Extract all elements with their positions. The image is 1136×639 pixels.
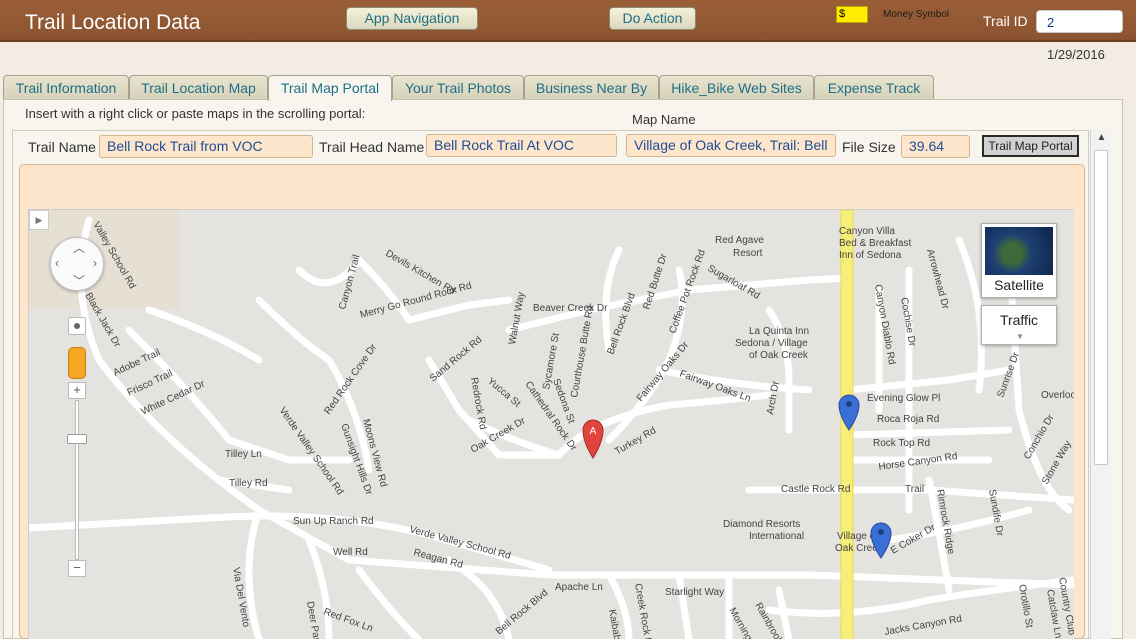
tab-expense-track[interactable]: Expense Track (814, 75, 934, 100)
traffic-label: Traffic (999, 312, 1039, 328)
svg-text:Tilley Rd: Tilley Rd (229, 478, 268, 489)
collapse-arrow-icon[interactable]: ▶ (29, 210, 49, 230)
scroll-up-arrow-icon[interactable]: ▲ (1095, 132, 1108, 146)
svg-text:of Oak Creek: of Oak Creek (749, 350, 809, 361)
chevron-down-icon: ▼ (1016, 332, 1024, 341)
svg-text:Beaver Creek Dr: Beaver Creek Dr (533, 303, 608, 314)
zoom-in-button[interactable]: + (68, 382, 86, 399)
tab-trail-map-portal[interactable]: Trail Map Portal (268, 75, 392, 101)
zoom-slider-handle[interactable] (67, 434, 87, 444)
svg-text:Well Rd: Well Rd (333, 547, 368, 558)
money-symbol-field[interactable]: $ (836, 6, 868, 23)
tab-trail-information[interactable]: Trail Information (3, 75, 129, 100)
trail-id-label: Trail ID (983, 13, 1028, 29)
svg-text:Trail: Trail (905, 484, 924, 495)
portal-scrollbar[interactable]: ▲ (1090, 130, 1111, 639)
svg-text:Canyon Villa: Canyon Villa (839, 226, 895, 237)
svg-text:Roca Roja Rd: Roca Roja Rd (877, 414, 939, 425)
scroll-thumb[interactable] (1094, 150, 1108, 465)
svg-text:Overlook: Overlook (1041, 390, 1074, 401)
trail-name-field[interactable]: Bell Rock Trail from VOC (99, 135, 313, 158)
zoom-out-button[interactable]: − (68, 560, 86, 577)
pan-up-icon[interactable]: ︿ (73, 239, 85, 256)
current-date: 1/29/2016 (1047, 47, 1105, 62)
portal-instruction: Insert with a right click or paste maps … (25, 106, 366, 121)
trail-id-field[interactable]: 2 (1036, 10, 1123, 33)
svg-text:Inn of Sedona: Inn of Sedona (839, 250, 902, 261)
pan-left-icon[interactable]: ‹ (55, 256, 59, 270)
svg-text:Sun Up Ranch Rd: Sun Up Ranch Rd (293, 516, 374, 527)
svg-text:A: A (590, 426, 597, 437)
map-image[interactable]: Valley School Rd Canyon Trail Devils Kit… (28, 209, 1074, 639)
title-bar: Trail Location Data App Navigation Do Ac… (0, 0, 1136, 42)
satellite-button[interactable]: Satellite (981, 223, 1057, 298)
svg-text:La Quinta Inn: La Quinta Inn (749, 326, 809, 337)
svg-text:Tilley Ln: Tilley Ln (225, 449, 262, 460)
svg-text:Diamond Resorts: Diamond Resorts (723, 519, 800, 530)
svg-text:Starlight Way: Starlight Way (665, 587, 724, 598)
trail-head-name-field[interactable]: Bell Rock Trail At VOC (426, 134, 617, 157)
map-name-field[interactable]: Village of Oak Creek, Trail: Bell (626, 134, 836, 157)
pan-right-icon[interactable]: › (93, 256, 97, 270)
tab-your-trail-photos[interactable]: Your Trail Photos (392, 75, 524, 100)
zoom-slider-track[interactable] (75, 400, 79, 560)
street-map-svg: Valley School Rd Canyon Trail Devils Kit… (29, 210, 1074, 639)
svg-text:Red Agave: Red Agave (715, 235, 764, 246)
trail-name-label: Trail Name (28, 139, 96, 155)
svg-text:Sedona / Village: Sedona / Village (735, 338, 808, 349)
do-action-button[interactable]: Do Action (609, 7, 696, 30)
pan-control[interactable]: ︿ ﹀ ‹ › (50, 237, 104, 291)
svg-text:Rock Top Rd: Rock Top Rd (873, 438, 930, 449)
app-title: Trail Location Data (25, 11, 201, 34)
tab-trail-location-map[interactable]: Trail Location Map (129, 75, 268, 100)
svg-text:Resort: Resort (733, 248, 763, 259)
traffic-button[interactable]: Traffic ▼ (981, 305, 1057, 345)
file-size-label: File Size (842, 139, 896, 155)
trail-head-name-label: Trail Head Name (319, 139, 425, 155)
svg-text:Castle Rock Rd: Castle Rock Rd (781, 484, 850, 495)
pan-down-icon[interactable]: ﹀ (73, 272, 85, 289)
trail-map-portal-button[interactable]: Trail Map Portal (982, 135, 1079, 157)
app-navigation-button[interactable]: App Navigation (346, 7, 478, 30)
satellite-thumbnail-icon (985, 227, 1053, 275)
svg-text:Evening Glow Pl: Evening Glow Pl (867, 393, 940, 404)
tab-hike-bike-web-sites[interactable]: Hike_Bike Web Sites (659, 75, 814, 100)
tab-business-near-by[interactable]: Business Near By (524, 75, 659, 100)
file-size-field[interactable]: 39.64 (901, 135, 970, 158)
money-symbol-label: Money Symbol (883, 9, 950, 20)
street-view-pegman-icon[interactable] (68, 347, 86, 379)
svg-text:Bed & Breakfast: Bed & Breakfast (839, 238, 911, 249)
map-name-label: Map Name (632, 112, 696, 127)
my-location-icon[interactable] (68, 317, 86, 335)
svg-text:International: International (749, 531, 804, 542)
svg-text:Apache Ln: Apache Ln (555, 582, 603, 593)
satellite-label: Satellite (994, 277, 1044, 293)
